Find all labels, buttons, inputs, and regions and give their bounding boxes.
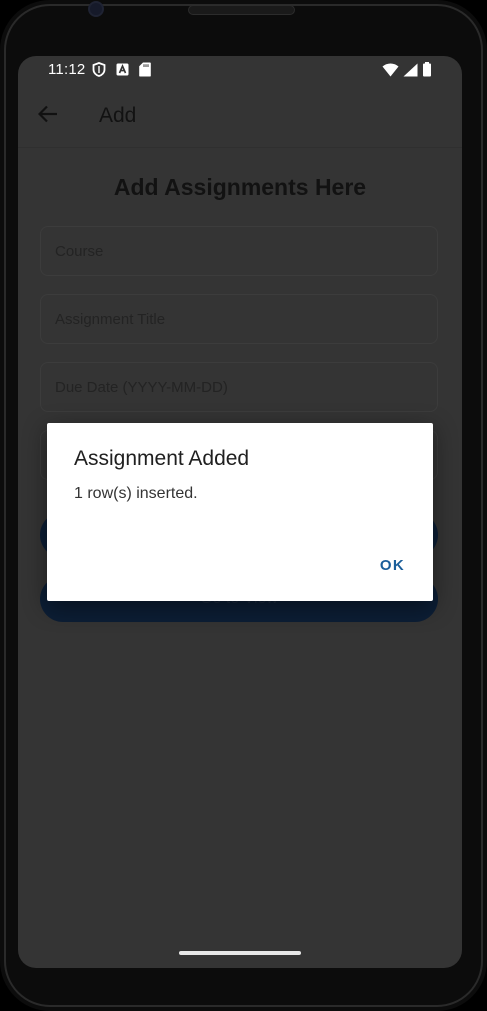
dialog-title: Assignment Added: [74, 447, 250, 470]
home-indicator[interactable]: [179, 951, 301, 955]
dialog-message: 1 row(s) inserted.: [74, 485, 198, 502]
dialog-ok-button[interactable]: OK: [374, 553, 411, 578]
earpiece-speaker: [188, 5, 295, 15]
device-frame: 11:12 Add Add Assignments Here Course As…: [0, 0, 487, 1011]
front-camera-icon: [88, 1, 104, 17]
assignment-added-dialog: Assignment Added 1 row(s) inserted. OK: [47, 423, 433, 601]
phone-screen: 11:12 Add Add Assignments Here Course As…: [18, 56, 462, 968]
